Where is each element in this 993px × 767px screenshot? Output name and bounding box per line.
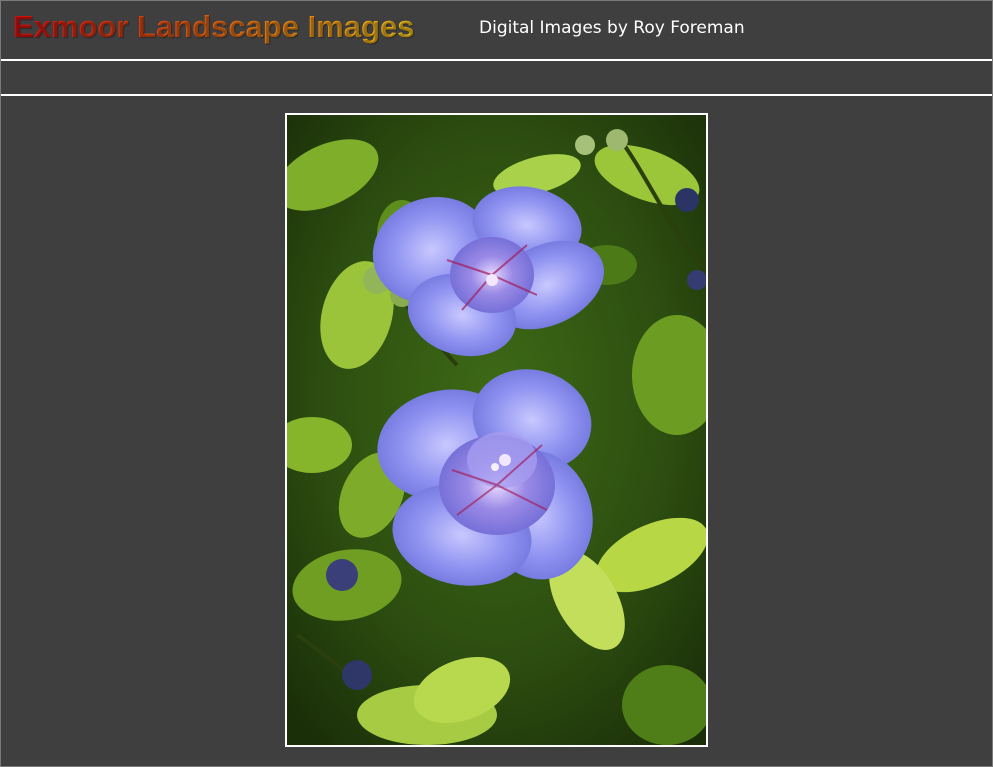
navigation-bar (1, 61, 992, 96)
hibiscus-photo (287, 115, 706, 745)
main-photo (285, 113, 708, 747)
site-subtitle: Digital Images by Roy Foreman (479, 18, 745, 38)
page: Exmoor Landscape Images Digital Images b… (0, 0, 993, 767)
site-header: Exmoor Landscape Images Digital Images b… (1, 1, 992, 61)
site-title[interactable]: Exmoor Landscape Images (13, 9, 414, 45)
